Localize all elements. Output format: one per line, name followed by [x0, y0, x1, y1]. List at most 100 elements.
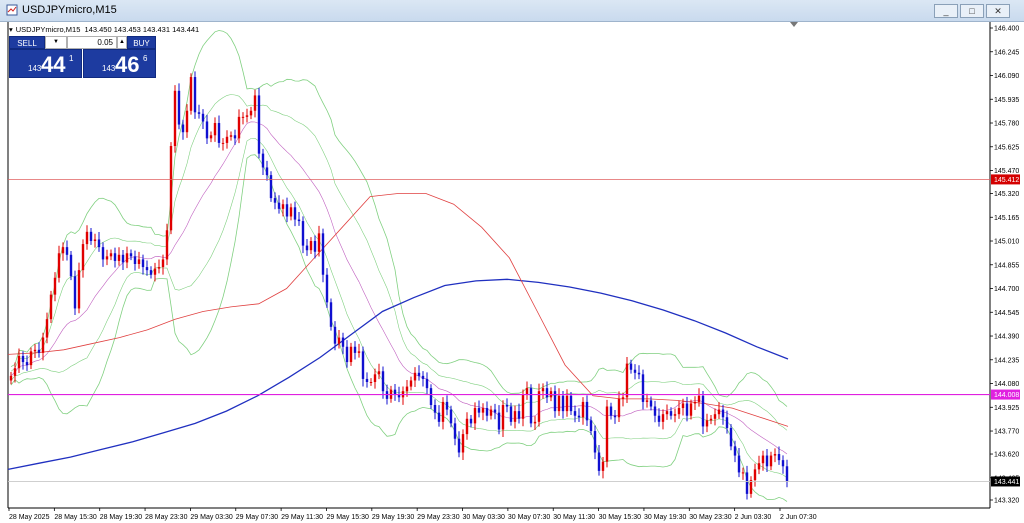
- candle-body: [325, 274, 329, 303]
- candle-body: [413, 372, 417, 381]
- candle-body: [77, 270, 81, 309]
- candle-body: [605, 406, 609, 462]
- candle-body: [357, 351, 361, 353]
- buy-button[interactable]: BUY: [127, 36, 156, 49]
- candle-body: [157, 267, 161, 269]
- time-tick-label: 29 May 15:30: [326, 514, 369, 521]
- time-tick-label: 29 May 07:30: [236, 514, 279, 521]
- candle-body: [645, 400, 649, 402]
- candle-body: [141, 259, 145, 268]
- candle-body: [421, 375, 425, 379]
- candle-body: [577, 415, 581, 418]
- candle-body: [585, 401, 589, 421]
- candle-body: [285, 204, 289, 217]
- candle-body: [609, 406, 613, 416]
- candle-body: [369, 382, 373, 383]
- price-marker-label: 144.008: [994, 392, 1019, 399]
- price-marker-label: 143.441: [994, 479, 1019, 486]
- candle-body: [573, 411, 577, 416]
- candle-body: [165, 230, 169, 260]
- time-tick-label: 30 May 23:30: [689, 514, 732, 521]
- price-tick-label: 143.770: [994, 429, 1019, 436]
- candle-body: [189, 77, 193, 111]
- candle-body: [57, 253, 61, 278]
- candle-body: [445, 401, 449, 410]
- time-tick-label: 2 Jun 03:30: [735, 514, 772, 521]
- candle-body: [641, 374, 645, 402]
- candle-body: [373, 374, 377, 382]
- candle-body: [521, 394, 525, 419]
- candle-body: [193, 77, 197, 113]
- candle-body: [705, 420, 709, 427]
- collapse-triangle-icon[interactable]: ▾: [9, 25, 13, 34]
- sell-price-pip: 1: [69, 54, 74, 63]
- candle-body: [93, 239, 97, 242]
- sell-button[interactable]: SELL: [9, 36, 45, 49]
- candle-body: [565, 395, 569, 412]
- time-tick-label: 28 May 19:30: [100, 514, 143, 521]
- lot-increase-icon[interactable]: ▲: [117, 36, 127, 49]
- candle-body: [461, 434, 465, 453]
- candle-body: [685, 403, 689, 416]
- candle-body: [601, 461, 605, 471]
- candle-body: [337, 337, 341, 344]
- price-tick-label: 145.780: [994, 121, 1019, 128]
- candle-body: [25, 362, 29, 366]
- candle-body: [477, 408, 481, 413]
- candle-body: [133, 256, 137, 264]
- candle-body: [781, 460, 785, 467]
- candle-body: [49, 294, 53, 320]
- price-tick-label: 143.925: [994, 405, 1019, 412]
- sell-price-prefix: 143: [28, 64, 42, 73]
- candle-body: [449, 409, 453, 424]
- price-tick-label: 145.935: [994, 97, 1019, 104]
- price-tick-label: 143.620: [994, 452, 1019, 459]
- price-tick-label: 145.625: [994, 144, 1019, 151]
- buy-price-button[interactable]: 143 46 6: [83, 49, 156, 78]
- candle-body: [765, 455, 769, 467]
- price-chart[interactable]: 146.400 146.245 146.090 145.935 145.780 145.6…: [0, 0, 1024, 523]
- buy-price-pip: 6: [143, 54, 148, 63]
- price-tick-label: 144.700: [994, 286, 1019, 293]
- candle-body: [717, 409, 721, 415]
- candle-body: [453, 423, 457, 439]
- candle-body: [13, 368, 17, 376]
- candle-body: [121, 254, 125, 263]
- candle-body: [405, 386, 409, 392]
- candle-body: [265, 167, 269, 176]
- candle-body: [197, 112, 201, 114]
- candle-body: [261, 153, 265, 168]
- lot-dropdown-icon[interactable]: ▼: [45, 36, 67, 49]
- candle-body: [465, 418, 469, 435]
- buy-price-prefix: 143: [102, 64, 116, 73]
- candle-body: [293, 207, 297, 220]
- price-tick-label: 145.320: [994, 191, 1019, 198]
- candle-body: [633, 369, 637, 373]
- candle-body: [113, 253, 117, 261]
- candle-body: [241, 116, 245, 118]
- candle-body: [321, 233, 325, 275]
- candle-body: [541, 388, 545, 392]
- candle-body: [745, 472, 749, 494]
- candle-body: [9, 375, 13, 381]
- price-tick-label: 143.320: [994, 498, 1019, 505]
- price-tick-label: 146.090: [994, 73, 1019, 80]
- price-tick-label: 144.235: [994, 357, 1019, 364]
- candle-body: [769, 455, 773, 467]
- sell-price-button[interactable]: 143 44 1: [9, 49, 82, 78]
- candle-body: [697, 395, 701, 402]
- candle-body: [353, 346, 357, 353]
- candle-body: [509, 406, 513, 422]
- candle-body: [17, 355, 21, 369]
- candle-body: [661, 414, 665, 422]
- candle-body: [637, 372, 641, 375]
- candle-body: [53, 277, 57, 295]
- candle-body: [253, 95, 257, 111]
- candle-body: [181, 124, 185, 133]
- candle-body: [569, 395, 573, 412]
- candle-body: [689, 403, 693, 416]
- lot-size-input[interactable]: 0.05: [67, 36, 117, 49]
- candle-body: [129, 253, 133, 257]
- time-tick-label: 29 May 03:30: [190, 514, 233, 521]
- candle-body: [773, 454, 777, 456]
